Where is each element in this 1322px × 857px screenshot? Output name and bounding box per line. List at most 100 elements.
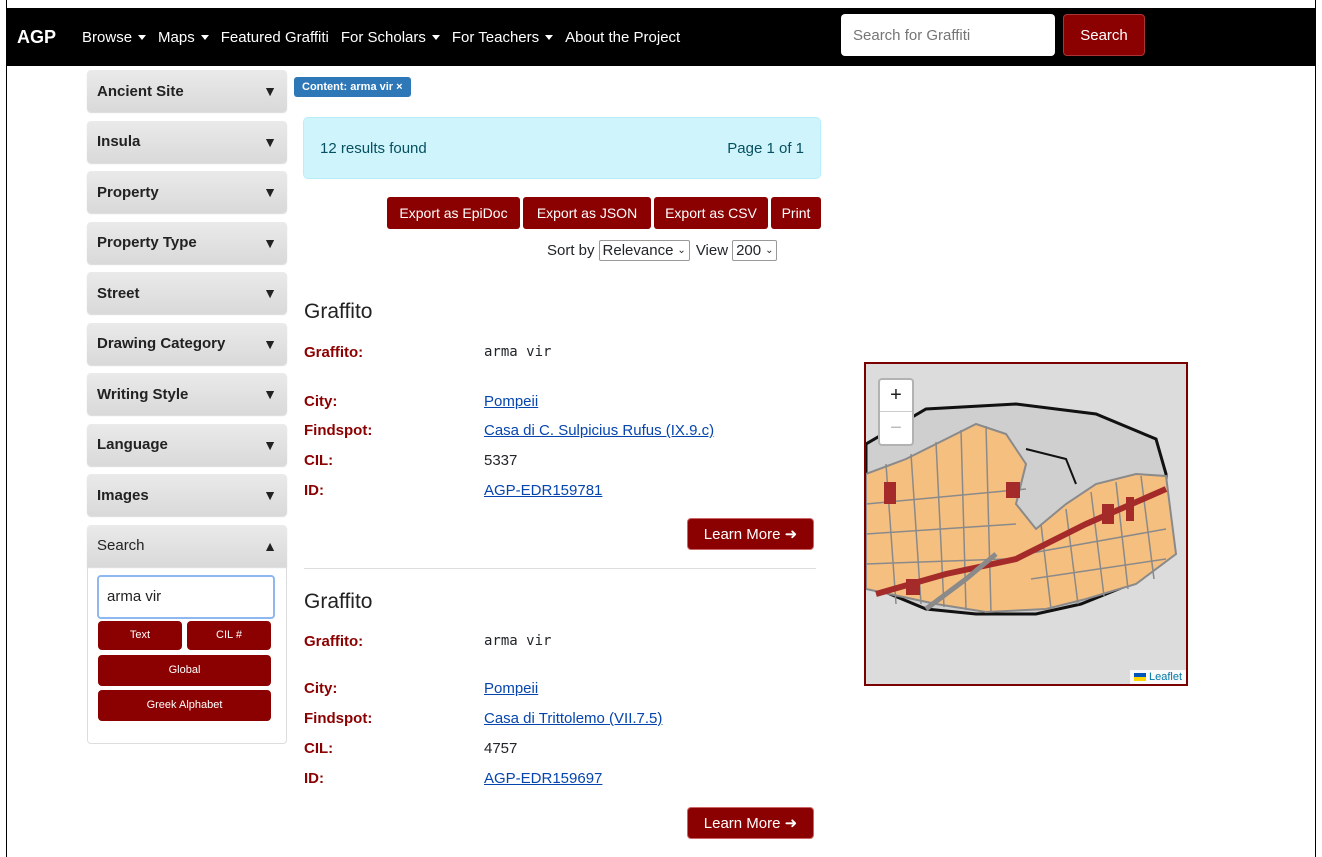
nav-for-scholars[interactable]: For Scholars [341,29,440,46]
graffito-text: arma vir [484,633,552,649]
filter-label: Ancient Site [97,82,184,100]
graffito-text: arma vir [484,344,552,360]
filter-label: Drawing Category [97,335,226,352]
results-summary: 12 results found Page 1 of 1 [303,117,821,179]
graffiti-search-input[interactable] [841,14,1055,56]
findspot-row: Findspot: Casa di Trittolemo (VII.7.5) [304,710,662,727]
triangle-up-icon: ▲ [263,537,277,554]
filter-language[interactable]: Language ▼ [87,423,287,466]
nav-featured-graffiti[interactable]: Featured Graffiti [221,29,329,46]
export-json-button[interactable]: Export as JSON [523,197,651,229]
ukraine-flag-icon [1133,673,1146,681]
city-label: City: [304,680,338,697]
view-select[interactable]: 200 ⌄ [732,240,778,261]
nav-maps-label: Maps [158,28,195,46]
filter-label: Insula [97,133,141,150]
city-plan-map[interactable] [866,364,1188,686]
filter-label: Language [97,436,168,453]
view-value: 200 [736,242,762,259]
export-epidoc-button[interactable]: Export as EpiDoc [387,197,520,229]
cil-row: CIL: 5337 [304,452,517,469]
city-link[interactable]: Pompeii [484,393,538,410]
triangle-down-icon: ▼ [263,285,277,301]
brand-logo[interactable]: AGP [17,27,56,48]
nav-browse-label: Browse [82,28,133,46]
text-search-button[interactable]: Text [98,620,182,650]
learn-more-button[interactable]: Learn More ➜ [687,807,814,839]
id-link[interactable]: AGP-EDR159697 [484,770,602,787]
graffito-label: Graffito: [304,344,364,361]
filter-label: Writing Style [97,385,189,403]
cil-row: CIL: 4757 [304,740,517,757]
content-search-input[interactable] [97,574,275,619]
city-link[interactable]: Pompeii [484,680,538,697]
nav-for-teachers[interactable]: For Teachers [451,28,554,46]
filter-writing-style[interactable]: Writing Style ▼ [87,373,287,415]
filter-search[interactable]: Search ▲ [87,524,287,567]
findspot-link[interactable]: Casa di C. Sulpicius Rufus (IX.9.c) [484,422,714,439]
triangle-down-icon: ▼ [263,436,277,453]
triangle-down-icon: ▼ [263,133,277,150]
zoom-out-button[interactable]: − [880,412,912,444]
pompeii-map[interactable]: + − Leaflet [864,362,1188,686]
export-csv-button[interactable]: Export as CSV [654,197,768,229]
nav-maps[interactable]: Maps [158,29,209,46]
id-row: ID: AGP-EDR159781 [304,482,602,499]
filter-property-type[interactable]: Property Type ▼ [87,221,287,264]
filter-label: Search [97,537,145,554]
view-label: View [695,242,729,259]
sort-value: Relevance [602,242,674,259]
filter-ancient-site[interactable]: Ancient Site ▼ [87,70,287,112]
caret-down-icon [200,34,209,40]
caret-down-icon [138,34,147,40]
cil-label: CIL: [304,452,334,469]
zoom-in-button[interactable]: + [880,380,912,412]
findspot-link[interactable]: Casa di Trittolemo (VII.7.5) [484,710,662,727]
city-row: City: Pompeii [304,393,538,410]
leaflet-link[interactable]: Leaflet [1149,671,1182,683]
sort-select[interactable]: Relevance ⌄ [598,240,690,261]
filter-property[interactable]: Property ▼ [87,171,287,213]
learn-more-button[interactable]: Learn More ➜ [687,518,814,550]
caret-down-icon [545,34,554,40]
filter-drawing-category[interactable]: Drawing Category ▼ [87,322,287,365]
search-button[interactable]: Search [1063,14,1145,56]
zoom-controls: + − [878,378,914,446]
nav-browse[interactable]: Browse [82,28,147,46]
triangle-down-icon: ▼ [263,335,277,352]
filter-insula[interactable]: Insula ▼ [87,120,287,163]
greek-alphabet-button[interactable]: Greek Alphabet [98,689,271,721]
filter-label: Property [97,183,159,201]
active-filter-tag[interactable]: Content: arma vir × [294,77,411,97]
caret-down-icon [431,34,440,40]
findspot-label: Findspot: [304,422,373,439]
global-search-button[interactable]: Global [98,654,271,686]
filter-sidebar: Ancient Site ▼ Insula ▼ Property ▼ Property… [87,70,287,744]
print-button[interactable]: Print [771,197,821,229]
findspot-label: Findspot: [304,710,373,727]
city-label: City: [304,393,338,410]
filter-street[interactable]: Street ▼ [87,272,287,314]
chevron-down-icon: ⌄ [677,245,686,256]
entry-divider [304,568,816,569]
browser-page: AGP Browse Maps Featured Graffiti For Sc… [6,0,1316,857]
result-entry: Graffito Graffito: arma vir City: Pompeii … [304,590,819,845]
graffito-row: Graffito: arma vir [304,344,551,361]
chevron-down-icon: ⌄ [765,245,774,256]
filter-images[interactable]: Images ▼ [87,474,287,516]
triangle-down-icon: ▼ [263,386,277,402]
id-label: ID: [304,482,324,499]
nav-about[interactable]: About the Project [565,29,680,46]
filter-label: Images [97,486,149,504]
map-attribution[interactable]: Leaflet [1129,670,1186,684]
nav-about-label: About the Project [565,28,681,46]
id-link[interactable]: AGP-EDR159781 [484,482,602,499]
results-count: 12 results found [320,139,427,157]
findspot-row: Findspot: Casa di C. Sulpicius Rufus (IX.… [304,422,714,439]
cil-label: CIL: [304,740,334,757]
graffito-label: Graffito: [304,633,364,650]
cil-search-button[interactable]: CIL # [187,620,271,650]
nav-teachers-label: For Teachers [451,28,540,46]
filter-label: Street [97,284,140,302]
triangle-down-icon: ▼ [263,83,277,99]
